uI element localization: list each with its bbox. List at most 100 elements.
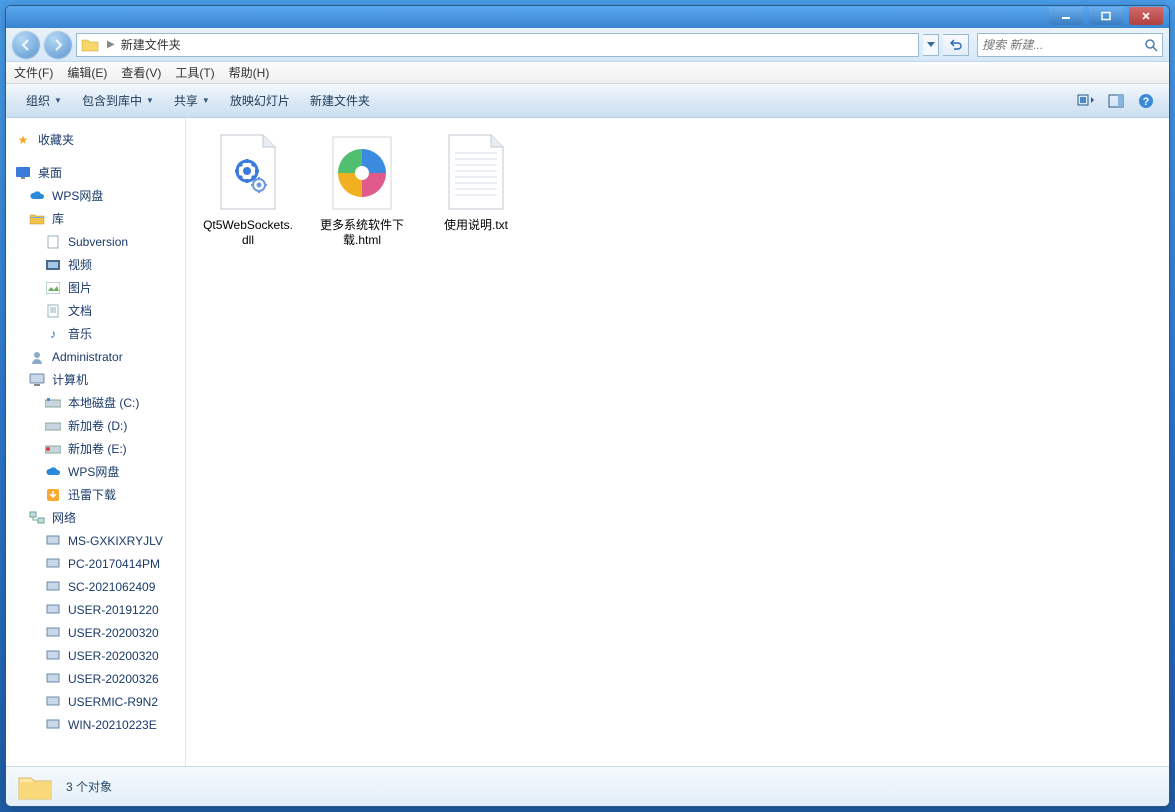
file-item-txt[interactable]: 使用说明.txt — [428, 132, 524, 233]
sidebar-net-4[interactable]: USER-20200320 — [6, 621, 185, 644]
sidebar-net-7[interactable]: USERMIC-R9N2 — [6, 690, 185, 713]
maximize-button[interactable] — [1089, 7, 1123, 25]
toolbar-newfolder[interactable]: 新建文件夹 — [300, 92, 380, 109]
sidebar-network[interactable]: 网络 — [6, 506, 185, 529]
svg-text:?: ? — [1143, 96, 1150, 108]
sidebar-library[interactable]: 库 — [6, 207, 185, 230]
titlebar — [6, 6, 1169, 28]
sidebar-net-8[interactable]: WIN-20210223E — [6, 713, 185, 736]
breadcrumb-separator: ▶ — [101, 39, 121, 50]
folder-icon — [16, 771, 54, 803]
drive-icon — [44, 395, 62, 411]
preview-pane-button[interactable] — [1103, 88, 1129, 114]
sidebar: ★收藏夹 桌面 WPS网盘 库 Subversion 视频 图片 文档 ♪音乐 … — [6, 118, 186, 766]
pc-icon — [44, 579, 62, 595]
drive-icon — [44, 441, 62, 457]
cloud-icon — [44, 464, 62, 480]
file-pane[interactable]: Qt5WebSockets.dll 更多系统软件下载.html 使用说明.txt — [186, 118, 1169, 766]
sidebar-net-0[interactable]: MS-GXKIXRYJLV — [6, 529, 185, 552]
sidebar-wps[interactable]: WPS网盘 — [6, 184, 185, 207]
toolbar: 组织▼ 包含到库中▼ 共享▼ 放映幻灯片 新建文件夹 ? — [6, 84, 1169, 118]
forward-button[interactable] — [44, 31, 72, 59]
search-box[interactable] — [977, 33, 1163, 57]
sidebar-drive-d[interactable]: 新加卷 (D:) — [6, 414, 185, 437]
breadcrumb-folder[interactable]: 新建文件夹 — [121, 36, 181, 53]
sidebar-drive-e[interactable]: 新加卷 (E:) — [6, 437, 185, 460]
search-icon — [1144, 38, 1158, 52]
minimize-button[interactable] — [1049, 7, 1083, 25]
network-icon — [28, 510, 46, 526]
view-mode-button[interactable] — [1073, 88, 1099, 114]
toolbar-include[interactable]: 包含到库中▼ — [72, 92, 164, 109]
cloud-icon — [28, 188, 46, 204]
search-input[interactable] — [982, 38, 1144, 52]
sidebar-drive-xunlei[interactable]: 迅雷下载 — [6, 483, 185, 506]
help-button[interactable]: ? — [1133, 88, 1159, 114]
sidebar-favorites[interactable]: ★收藏夹 — [6, 128, 185, 151]
pc-icon — [44, 602, 62, 618]
doc-icon — [44, 303, 62, 319]
menu-view[interactable]: 查看(V) — [121, 64, 161, 81]
sidebar-drive-wps[interactable]: WPS网盘 — [6, 460, 185, 483]
sidebar-lib-subversion[interactable]: Subversion — [6, 230, 185, 253]
refresh-button[interactable] — [943, 34, 969, 56]
menu-file[interactable]: 文件(F) — [14, 64, 53, 81]
folder-icon — [81, 37, 99, 53]
sidebar-lib-music[interactable]: ♪音乐 — [6, 322, 185, 345]
library-icon — [28, 211, 46, 227]
sidebar-net-1[interactable]: PC-20170414PM — [6, 552, 185, 575]
sidebar-net-5[interactable]: USER-20200320 — [6, 644, 185, 667]
drive-icon — [44, 418, 62, 434]
sidebar-net-3[interactable]: USER-20191220 — [6, 598, 185, 621]
toolbar-share[interactable]: 共享▼ — [164, 92, 220, 109]
desktop-icon — [14, 165, 32, 181]
download-icon — [44, 487, 62, 503]
sidebar-lib-video[interactable]: 视频 — [6, 253, 185, 276]
toolbar-organize[interactable]: 组织▼ — [16, 92, 72, 109]
file-label: 更多系统软件下载.html — [314, 218, 410, 248]
file-item-html[interactable]: 更多系统软件下载.html — [314, 132, 410, 248]
pc-icon — [44, 625, 62, 641]
address-bar[interactable]: ▶ 新建文件夹 — [76, 33, 919, 57]
sidebar-drive-c[interactable]: 本地磁盘 (C:) — [6, 391, 185, 414]
menu-bar: 文件(F) 编辑(E) 查看(V) 工具(T) 帮助(H) — [6, 62, 1169, 84]
video-icon — [44, 257, 62, 273]
sidebar-desktop[interactable]: 桌面 — [6, 161, 185, 184]
back-button[interactable] — [12, 31, 40, 59]
sidebar-computer[interactable]: 计算机 — [6, 368, 185, 391]
picture-icon — [44, 280, 62, 296]
computer-icon — [28, 372, 46, 388]
pc-icon — [44, 648, 62, 664]
sidebar-net-2[interactable]: SC-2021062409 — [6, 575, 185, 598]
pc-icon — [44, 717, 62, 733]
pc-icon — [44, 671, 62, 687]
html-icon — [325, 132, 399, 214]
menu-help[interactable]: 帮助(H) — [229, 64, 270, 81]
sidebar-lib-picture[interactable]: 图片 — [6, 276, 185, 299]
sidebar-lib-doc[interactable]: 文档 — [6, 299, 185, 322]
doc-icon — [44, 234, 62, 250]
sidebar-admin[interactable]: Administrator — [6, 345, 185, 368]
music-icon: ♪ — [44, 326, 62, 342]
pc-icon — [44, 556, 62, 572]
file-item-dll[interactable]: Qt5WebSockets.dll — [200, 132, 296, 248]
file-label: 使用说明.txt — [444, 218, 508, 233]
explorer-window: ▶ 新建文件夹 文件(F) 编辑(E) 查看(V) 工具(T) 帮助(H) 组织… — [5, 5, 1170, 807]
pc-icon — [44, 694, 62, 710]
status-count: 3 个对象 — [66, 778, 112, 795]
file-label: Qt5WebSockets.dll — [200, 218, 296, 248]
navigation-bar: ▶ 新建文件夹 — [6, 28, 1169, 62]
star-icon: ★ — [14, 132, 32, 148]
txt-icon — [439, 132, 513, 214]
menu-edit[interactable]: 编辑(E) — [67, 64, 107, 81]
body: ★收藏夹 桌面 WPS网盘 库 Subversion 视频 图片 文档 ♪音乐 … — [6, 118, 1169, 766]
status-bar: 3 个对象 — [6, 766, 1169, 806]
dll-icon — [211, 132, 285, 214]
sidebar-net-6[interactable]: USER-20200326 — [6, 667, 185, 690]
user-icon — [28, 349, 46, 365]
pc-icon — [44, 533, 62, 549]
toolbar-slideshow[interactable]: 放映幻灯片 — [220, 92, 300, 109]
close-button[interactable] — [1129, 7, 1163, 25]
menu-tools[interactable]: 工具(T) — [175, 64, 214, 81]
address-dropdown[interactable] — [923, 34, 939, 56]
